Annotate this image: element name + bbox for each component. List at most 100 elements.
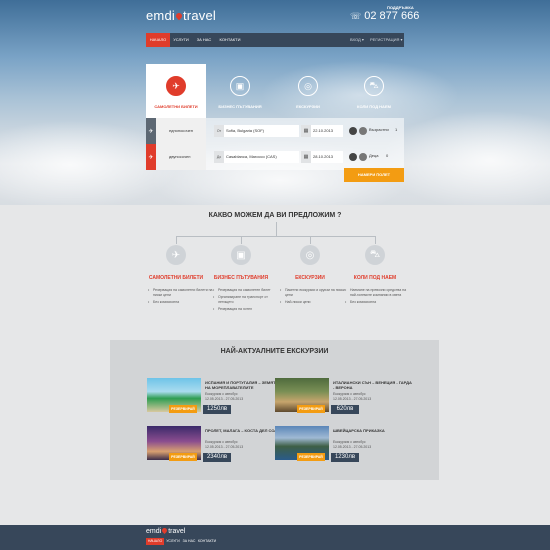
tours-title: НАЙ-АКТУАЛНИТЕ ЕКСКУРЗИИ [220, 348, 329, 355]
children-label: Деца [369, 153, 379, 158]
tab-excursions[interactable]: ◎ ЕКСКУРЗИИ [278, 64, 338, 119]
footer-nav-contacts[interactable]: КОНТАКТИ [197, 538, 217, 545]
globe-icon: ◎ [298, 76, 318, 96]
tour-dates: 12.05.2013 - 27.05.2013 [333, 397, 372, 401]
tab-car-rental-label: КОЛИ ПОД НАЕМ [357, 104, 391, 109]
service-features-flights: Резервация на самолетни билети на ниски … [148, 288, 214, 307]
tour-title[interactable]: ИТАЛИАНСКИ СЪН – ВЕНЕЦИЯ - ГАРДА - ВЕРОН… [333, 380, 413, 390]
reserve-button[interactable]: РЕЗЕРВИРАЙ [297, 453, 325, 461]
footer-nav-services[interactable]: УСЛУГИ [165, 538, 181, 545]
tour-title[interactable]: ПРОЛЕТ, МАЛАГА – КОСТА ДЕЛ СОЛ [205, 428, 285, 433]
calendar-icon: ▦ [301, 151, 311, 163]
feature-item: Наемане на превозни средства на най-голе… [345, 288, 411, 298]
logo-text-left: emdi [146, 528, 162, 535]
feature-item: Най-ниски цени [280, 300, 346, 305]
tab-car-rental[interactable]: ⛍ КОЛИ ПОД НАЕМ [344, 64, 404, 119]
briefcase-icon: ▣ [231, 245, 251, 265]
children-count[interactable]: 0 [386, 153, 388, 158]
reserve-button[interactable]: РЕЗЕРВИРАЙ [169, 453, 197, 461]
login-dropdown[interactable]: ВХОД ▾ [350, 33, 364, 47]
adult-icon [359, 127, 367, 135]
tour-price: 1230лв [331, 453, 359, 462]
logo-text-right: travel [168, 528, 186, 535]
service-flights[interactable]: ✈ САМОЛЕТНИ БИЛЕТИ [141, 245, 211, 281]
minus-icon[interactable] [349, 127, 357, 135]
tour-card[interactable]: РЕЗЕРВИРАЙ 1250лв ИСПАНИЯ И ПОРТУГАЛИЯ –… [147, 378, 278, 414]
feature-item: Без комисионна [345, 300, 411, 305]
service-excursions[interactable]: ◎ ЕКСКУРЗИИ [275, 245, 345, 281]
connector-line [375, 236, 376, 244]
tour-title[interactable]: ШВЕЙЦАРСКА ПРИКАЗКА [333, 428, 413, 433]
car-icon: ⛍ [365, 245, 385, 265]
reserve-button[interactable]: РЕЗЕРВИРАЙ [169, 405, 197, 413]
tab-business[interactable]: ▣ БИЗНЕС ПЪТУВАНИЯ [210, 64, 270, 119]
trip-type-roundtrip[interactable]: ✈ двупосочен [146, 144, 206, 170]
nav-item-home[interactable]: НАЧАЛО [146, 33, 170, 47]
feature-item: Организиране на транспорт от летището [213, 295, 279, 305]
feature-item: Без комисионна [148, 300, 214, 305]
nav-item-about[interactable]: ЗА НАС [192, 33, 216, 47]
tour-dates: 12.05.2013 - 27.05.2013 [205, 445, 244, 449]
to-value: Casablanca, Marocco (CAS) [226, 154, 277, 159]
nav-item-contacts[interactable]: КОНТАКТИ [216, 33, 244, 47]
logo-text-right: travel [182, 8, 216, 23]
return-date-value: 28.10.2013 [313, 154, 334, 159]
from-value: Sofia, Bulgaria (SOF) [226, 128, 265, 133]
trip-type-oneway[interactable]: ✈ еднопосочен [146, 118, 206, 144]
depart-date-value: 22.10.2013 [313, 128, 334, 133]
register-dropdown[interactable]: РЕГИСТРАЦИЯ ▾ [370, 33, 403, 47]
tour-type: Екскурзия с автобус [205, 392, 238, 396]
tour-title[interactable]: ИСПАНИЯ И ПОРТУГАЛИЯ – ЗЕМЯТА НА МОРЕПЛА… [205, 380, 285, 390]
tour-type: Екскурзия с автобус [333, 440, 366, 444]
service-name: КОЛИ ПОД НАЕМ [353, 275, 397, 281]
plane-icon: ✈ [166, 76, 186, 96]
service-features-car-rental: Наемане на превозни средства на най-голе… [345, 288, 411, 307]
trip-type-label: еднопосочен [169, 128, 193, 133]
phone-number[interactable]: ☏ 02 877 666 [350, 10, 419, 22]
footer-nav-about[interactable]: ЗА НАС [181, 538, 197, 545]
trip-type-label: двупосочен [169, 154, 191, 159]
minus-icon[interactable] [349, 153, 357, 161]
phone-icon: ☏ [350, 11, 362, 21]
logo[interactable]: emdi travel [146, 8, 216, 23]
feature-item: Резервация на самолетен билет [213, 288, 279, 293]
feature-item: Пакетни екскурзии и круизи на ниски цени [280, 288, 346, 298]
plane-icon: ✈ [166, 245, 186, 265]
footer-logo[interactable]: emdi travel [146, 526, 186, 535]
search-flight-button[interactable]: НАМЕРИ ПОЛЕТ [344, 168, 404, 182]
globe-icon: ◎ [300, 245, 320, 265]
tour-card[interactable]: РЕЗЕРВИРАЙ 1230лв ШВЕЙЦАРСКА ПРИКАЗКА Ек… [275, 426, 405, 462]
depart-date-field[interactable]: ▦ 22.10.2013 [301, 125, 343, 137]
service-features-business: Резервация на самолетен билет Организира… [213, 288, 279, 314]
service-name: ЕКСКУРЗИИ [295, 275, 325, 281]
tour-card[interactable]: РЕЗЕРВИРАЙ 2340лв ПРОЛЕТ, МАЛАГА – КОСТА… [147, 426, 277, 462]
services-title: КАКВО МОЖЕМ ДА ВИ ПРЕДЛОЖИМ ? [208, 212, 342, 219]
from-tag: От [214, 125, 224, 137]
from-field[interactable]: От Sofia, Bulgaria (SOF) [214, 125, 299, 137]
tour-price: 1250лв [203, 405, 231, 414]
reserve-button[interactable]: РЕЗЕРВИРАЙ [297, 405, 325, 413]
to-tag: До [214, 151, 224, 163]
child-icon [359, 153, 367, 161]
connector-line [176, 236, 177, 244]
footer [0, 525, 550, 550]
calendar-icon: ▦ [301, 125, 311, 137]
tour-price: 2340лв [203, 453, 231, 462]
booking-widget: ✈ САМОЛЕТНИ БИЛЕТИ ▣ БИЗНЕС ПЪТУВАНИЯ ◎ … [146, 64, 404, 182]
nav-item-services[interactable]: УСЛУГИ [170, 33, 192, 47]
tab-flights[interactable]: ✈ САМОЛЕТНИ БИЛЕТИ [146, 64, 206, 119]
tour-dates: 12.05.2013 - 27.05.2013 [333, 445, 372, 449]
footer-nav-home[interactable]: НАЧАЛО [146, 538, 164, 545]
tab-excursions-label: ЕКСКУРЗИИ [296, 104, 320, 109]
return-date-field[interactable]: ▦ 28.10.2013 [301, 151, 343, 163]
service-car-rental[interactable]: ⛍ КОЛИ ПОД НАЕМ [340, 245, 410, 281]
main-nav: НАЧАЛО УСЛУГИ ЗА НАС КОНТАКТИ ВХОД ▾ РЕГ… [146, 33, 404, 47]
service-name: САМОЛЕТНИ БИЛЕТИ [148, 275, 204, 281]
car-icon: ⛍ [364, 76, 384, 96]
adults-label: Възрастни [369, 127, 389, 132]
tour-card[interactable]: РЕЗЕРВИРАЙ 620лв ИТАЛИАНСКИ СЪН – ВЕНЕЦИ… [275, 378, 412, 414]
adults-count[interactable]: 1 [395, 127, 397, 132]
plane-icon: ✈ [146, 118, 156, 144]
to-field[interactable]: До Casablanca, Marocco (CAS) [214, 151, 299, 163]
service-business[interactable]: ▣ БИЗНЕС ПЪТУВАНИЯ [206, 245, 276, 281]
